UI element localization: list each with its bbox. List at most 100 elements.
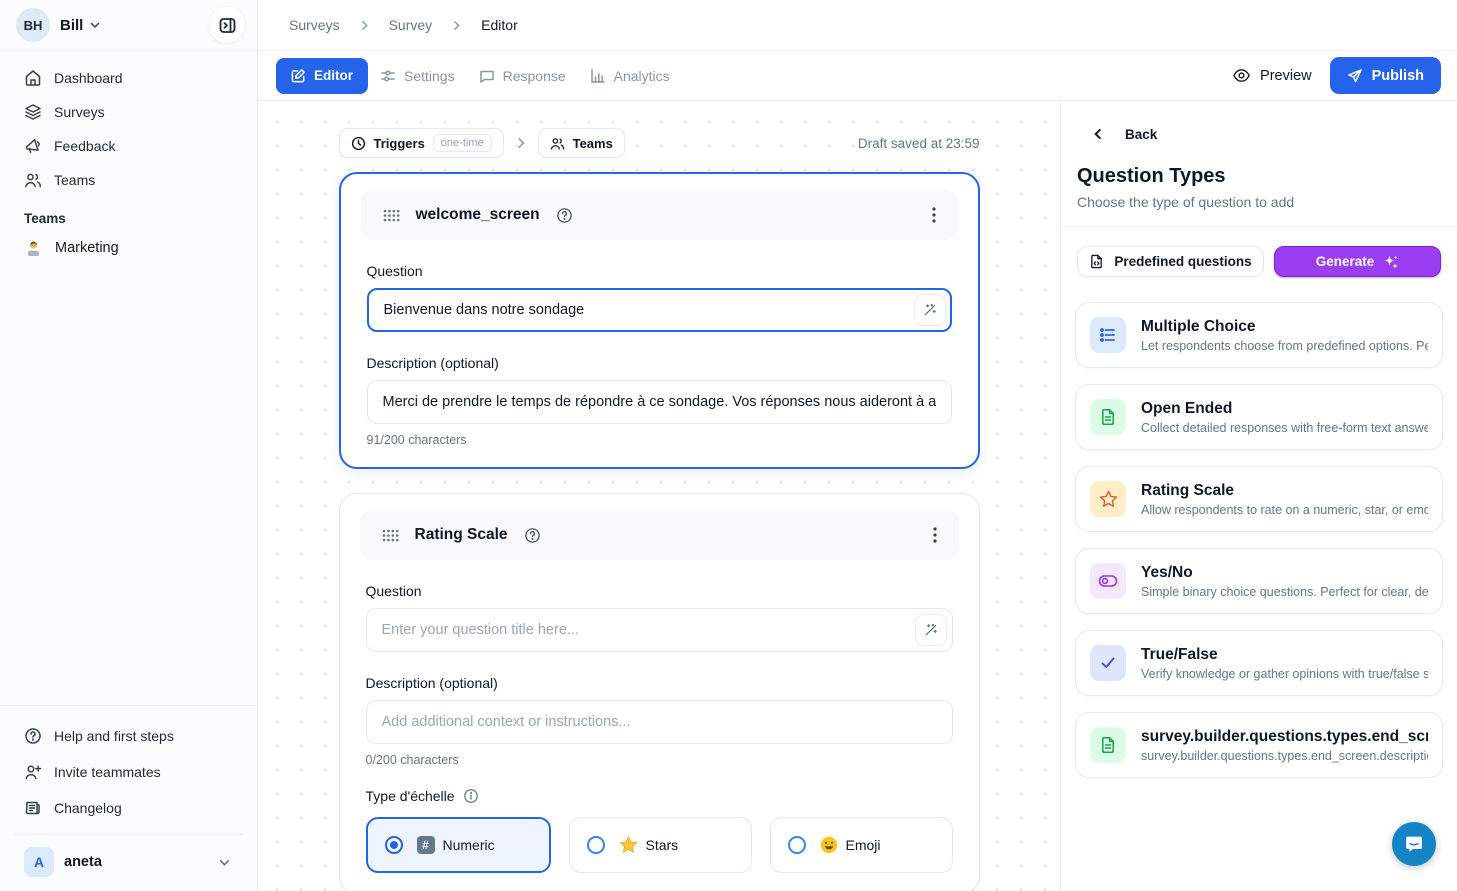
char-counter: 91/200 characters: [367, 433, 952, 447]
edit-icon: [291, 68, 306, 83]
question-type-end-screen[interactable]: survey.builder.questions.types.end_scr..…: [1075, 712, 1443, 778]
question-type-open-ended[interactable]: Open Ended Collect detailed responses wi…: [1075, 384, 1443, 450]
sidebar-item-label: Teams: [54, 172, 95, 188]
predefined-questions-label: Predefined questions: [1114, 254, 1251, 269]
sidebar-item-changelog[interactable]: Changelog: [14, 790, 243, 826]
scale-option-numeric[interactable]: # Numeric: [366, 817, 551, 873]
footer-item-label: Invite teammates: [54, 764, 161, 780]
help-circle-icon[interactable]: [554, 205, 575, 226]
magic-wand-button[interactable]: [914, 294, 946, 326]
sidebar-item-help[interactable]: Help and first steps: [14, 718, 243, 754]
chat-launcher-button[interactable]: [1392, 822, 1436, 866]
collapse-sidebar-button[interactable]: [209, 7, 245, 43]
breadcrumb-survey[interactable]: Survey: [389, 17, 433, 33]
question-title-input[interactable]: [367, 288, 952, 332]
breadcrumb-surveys[interactable]: Surveys: [289, 17, 340, 33]
generate-label: Generate: [1316, 254, 1375, 269]
description-input[interactable]: [367, 380, 952, 424]
question-types-panel: Back Question Types Choose the type of q…: [1060, 101, 1457, 891]
info-icon[interactable]: [463, 788, 479, 804]
card-menu-icon[interactable]: [931, 525, 939, 545]
question-card-title: Rating Scale: [415, 526, 508, 544]
technologist-emoji-icon: [24, 240, 43, 257]
panel-title: Question Types: [1061, 143, 1457, 188]
account-switcher[interactable]: A aneta: [14, 834, 243, 891]
question-type-multiple-choice[interactable]: Multiple Choice Let respondents choose f…: [1075, 302, 1443, 368]
back-label[interactable]: Back: [1125, 127, 1157, 142]
sliders-icon: [380, 68, 396, 84]
survey-canvas: Triggers one-time Teams Draft sav: [258, 101, 1060, 891]
home-icon: [24, 69, 42, 87]
chevron-left-icon: [1091, 127, 1105, 141]
question-type-true-false[interactable]: True/False Verify knowledge or gather op…: [1075, 630, 1443, 696]
tab-analytics[interactable]: Analytics: [578, 58, 682, 94]
bar-chart-icon: [590, 68, 606, 84]
radio-icon: [788, 836, 806, 854]
sidebar-item-feedback[interactable]: Feedback: [14, 129, 243, 163]
file-text-icon: [1090, 399, 1126, 435]
panel-subtitle: Choose the type of question to add: [1061, 188, 1457, 227]
option-label: Emoji: [846, 837, 881, 853]
editor-toolbar: Editor Settings Response Analytics: [258, 51, 1457, 101]
drag-handle-icon[interactable]: [380, 527, 401, 544]
scale-type-options: # Numeric Stars: [366, 817, 953, 873]
card-menu-icon[interactable]: [930, 205, 938, 225]
question-card-header: Rating Scale: [360, 510, 959, 560]
avatar[interactable]: BH: [16, 8, 50, 42]
description-field-label: Description (optional): [367, 355, 952, 371]
sidebar-item-dashboard[interactable]: Dashboard: [14, 61, 243, 95]
question-card-welcome-screen[interactable]: welcome_screen Question: [339, 172, 980, 469]
user-plus-icon: [24, 763, 42, 781]
sidebar-item-label: Surveys: [54, 104, 105, 120]
breadcrumb-editor: Editor: [481, 17, 518, 33]
sidebar-footer: Help and first steps Invite teammates Ch…: [0, 705, 257, 891]
preview-button[interactable]: Preview: [1232, 66, 1312, 85]
type-title: survey.builder.questions.types.end_scr..…: [1141, 728, 1428, 746]
type-title: Rating Scale: [1141, 482, 1428, 500]
teams-pill[interactable]: Teams: [538, 128, 625, 158]
description-input[interactable]: [366, 700, 953, 744]
radio-selected-icon: [385, 836, 403, 854]
flow-row: Triggers one-time Teams Draft sav: [339, 128, 980, 158]
question-field-label: Question: [366, 583, 953, 599]
file-code-icon: [1089, 254, 1104, 269]
question-type-list: Multiple Choice Let respondents choose f…: [1061, 277, 1457, 778]
question-type-yes-no[interactable]: Yes/No Simple binary choice questions. P…: [1075, 548, 1443, 614]
account-avatar: A: [24, 847, 54, 877]
sidebar-item-teams[interactable]: Teams: [14, 163, 243, 197]
tab-response[interactable]: Response: [467, 58, 578, 94]
generate-button[interactable]: Generate: [1274, 246, 1441, 277]
description-field-label: Description (optional): [366, 675, 953, 691]
tab-settings[interactable]: Settings: [368, 58, 467, 94]
scale-option-stars[interactable]: Stars: [569, 817, 752, 873]
question-card-title: welcome_screen: [416, 206, 540, 224]
magic-wand-button[interactable]: [915, 614, 947, 646]
tab-label: Settings: [404, 68, 455, 84]
sidebar-item-team-marketing[interactable]: Marketing: [14, 230, 243, 266]
question-title-input[interactable]: [366, 608, 953, 652]
message-square-icon: [479, 68, 495, 84]
tab-editor[interactable]: Editor: [276, 58, 368, 94]
users-icon: [24, 171, 42, 189]
type-description: survey.builder.questions.types.end_scree…: [1141, 749, 1428, 763]
toggle-icon: [1090, 563, 1126, 599]
type-description: Collect detailed responses with free-for…: [1141, 421, 1428, 435]
sidebar-item-invite[interactable]: Invite teammates: [14, 754, 243, 790]
type-description: Verify knowledge or gather opinions with…: [1141, 667, 1428, 681]
back-button[interactable]: [1089, 125, 1107, 143]
triggers-pill[interactable]: Triggers one-time: [339, 128, 504, 158]
check-icon: [1090, 645, 1126, 681]
publish-button[interactable]: Publish: [1330, 57, 1441, 94]
drag-handle-icon[interactable]: [381, 207, 402, 224]
sidebar-item-surveys[interactable]: Surveys: [14, 95, 243, 129]
predefined-questions-button[interactable]: Predefined questions: [1077, 246, 1264, 277]
question-type-rating-scale[interactable]: Rating Scale Allow respondents to rate o…: [1075, 466, 1443, 532]
workspace-name[interactable]: Bill: [60, 17, 83, 34]
help-circle-icon[interactable]: [522, 525, 543, 546]
question-field-label: Question: [367, 263, 952, 279]
team-label: Marketing: [55, 240, 119, 256]
scale-option-emoji[interactable]: Emoji: [770, 817, 953, 873]
type-description: Let respondents choose from predefined o…: [1141, 339, 1428, 353]
question-card-rating-scale[interactable]: Rating Scale Question: [339, 493, 980, 891]
megaphone-icon: [24, 137, 42, 155]
